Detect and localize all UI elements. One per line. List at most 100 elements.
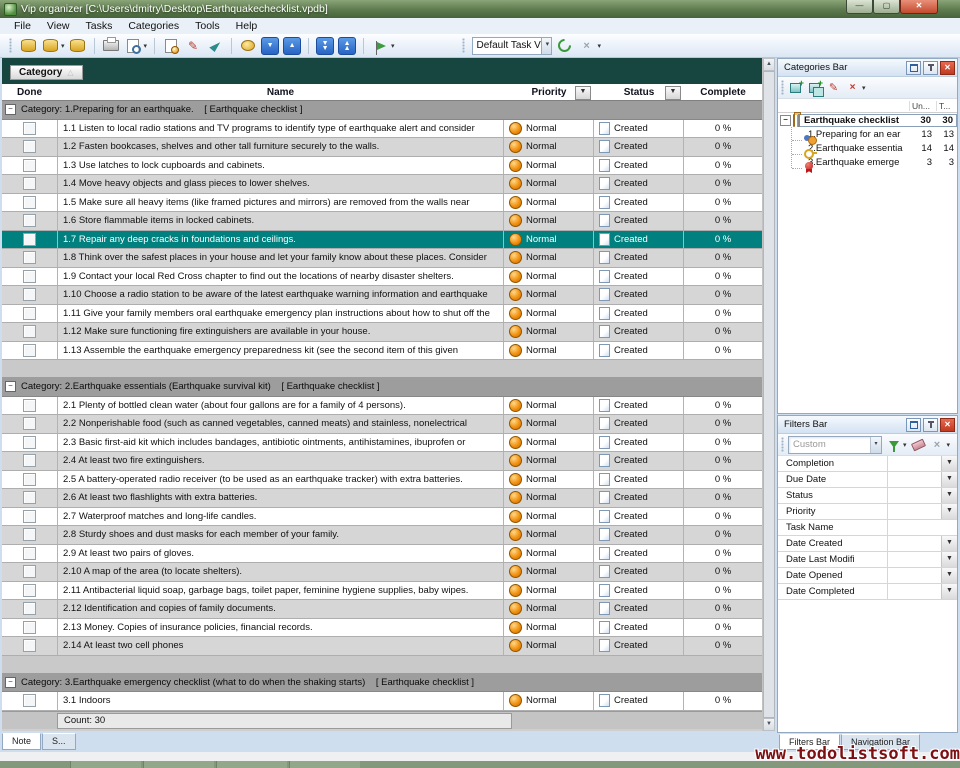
task-row[interactable]: 2.4 At least two fire extinguishers.Norm… <box>2 452 762 471</box>
task-row[interactable]: 1.4 Move heavy objects and glass pieces … <box>2 175 762 194</box>
clear-filter-icon[interactable] <box>911 438 926 452</box>
menu-item-view[interactable]: View <box>39 19 78 33</box>
filter-dropdown-button[interactable]: ▼ <box>941 456 957 471</box>
filters-close-button[interactable]: ✕ <box>940 418 955 432</box>
done-checkbox[interactable] <box>23 177 36 190</box>
filter-value-field[interactable] <box>888 472 941 487</box>
group-by-chip-category[interactable]: Category △ <box>10 65 83 80</box>
done-checkbox[interactable] <box>23 584 36 597</box>
tab-s-[interactable]: S... <box>42 733 76 750</box>
task-row[interactable]: 2.9 At least two pairs of gloves.NormalC… <box>2 545 762 564</box>
task-row[interactable]: 1.9 Contact your local Red Cross chapter… <box>2 268 762 287</box>
done-checkbox[interactable] <box>23 122 36 135</box>
filter-preset-caret[interactable]: ▾ <box>870 437 881 453</box>
filter-value-field[interactable] <box>888 488 941 503</box>
collapse-group-icon[interactable]: − <box>5 104 16 115</box>
done-checkbox[interactable] <box>23 510 36 523</box>
show-completed-icon[interactable] <box>239 37 257 55</box>
print-overflow-caret[interactable]: ▾ <box>144 42 148 50</box>
done-checkbox[interactable] <box>23 251 36 264</box>
task-row[interactable]: 1.8 Think over the safest places in your… <box>2 249 762 268</box>
toolbar-handle[interactable] <box>9 38 12 53</box>
done-checkbox[interactable] <box>23 621 36 634</box>
new-category-icon[interactable] <box>788 81 803 95</box>
done-checkbox[interactable] <box>23 547 36 560</box>
task-row[interactable]: 1.11 Give your family members oral earth… <box>2 305 762 324</box>
delete-view-icon[interactable]: × <box>578 37 596 55</box>
task-row[interactable]: 2.8 Sturdy shoes and dust masks for each… <box>2 526 762 545</box>
task-row[interactable]: 1.6 Store flammable items in locked cabi… <box>2 212 762 231</box>
filter-dropdown-button[interactable]: ▼ <box>941 552 957 567</box>
group-row[interactable]: −Category: 3.Earthquake emergency checkl… <box>2 674 762 693</box>
save-database-icon[interactable] <box>69 37 87 55</box>
move-to-bottom-button[interactable]: ▼▼ <box>316 37 334 55</box>
task-row[interactable]: 2.3 Basic first-aid kit which includes b… <box>2 434 762 453</box>
print-icon[interactable] <box>102 37 120 55</box>
task-row[interactable]: 3.1 IndoorsNormalCreated0 % <box>2 692 762 711</box>
menu-item-tasks[interactable]: Tasks <box>78 19 121 33</box>
apply-filter-caret[interactable]: ▾ <box>903 441 907 449</box>
done-checkbox[interactable] <box>23 528 36 541</box>
column-header-done[interactable]: Done <box>2 84 57 100</box>
task-row[interactable]: 2.10 A map of the area (to locate shelte… <box>2 563 762 582</box>
scroll-down-button[interactable]: ▼ <box>763 718 775 731</box>
open-database-icon[interactable] <box>41 37 59 55</box>
delete-category-icon[interactable]: × <box>845 81 860 95</box>
menu-item-tools[interactable]: Tools <box>187 19 228 33</box>
print-preview-icon[interactable] <box>124 37 142 55</box>
menu-item-categories[interactable]: Categories <box>120 19 187 33</box>
done-checkbox[interactable] <box>23 159 36 172</box>
task-row[interactable]: 2.12 Identification and copies of family… <box>2 600 762 619</box>
group-row[interactable]: −Category: 1.Preparing for an earthquake… <box>2 101 762 120</box>
tab-note[interactable]: Note <box>2 733 41 750</box>
flag-overflow-caret[interactable]: ▾ <box>391 42 395 50</box>
apply-filter-icon[interactable] <box>886 438 901 452</box>
filter-dropdown-button[interactable]: ▼ <box>941 536 957 551</box>
apply-view-icon[interactable] <box>556 37 574 55</box>
filter-dropdown-button[interactable]: ▼ <box>941 504 957 519</box>
task-row[interactable]: 1.12 Make sure functioning fire extingui… <box>2 323 762 342</box>
filters-restore-button[interactable] <box>906 418 921 432</box>
done-checkbox[interactable] <box>23 436 36 449</box>
category-tree-item[interactable]: 2.Earthquake essentia1414 <box>778 141 957 155</box>
menu-item-help[interactable]: Help <box>228 19 266 33</box>
done-checkbox[interactable] <box>23 344 36 357</box>
column-header-status[interactable]: Status ▼ <box>594 84 684 100</box>
categories-overflow-caret[interactable]: ▾ <box>862 84 866 92</box>
filter-value-field[interactable] <box>888 536 941 551</box>
filters-overflow-caret[interactable]: ▾ <box>947 441 951 449</box>
done-checkbox[interactable] <box>23 325 36 338</box>
complete-task-icon[interactable] <box>206 37 224 55</box>
done-checkbox[interactable] <box>23 196 36 209</box>
filter-dropdown-button[interactable]: ▼ <box>941 488 957 503</box>
done-checkbox[interactable] <box>23 140 36 153</box>
done-checkbox[interactable] <box>23 491 36 504</box>
task-row[interactable]: 1.3 Use latches to lock cupboards and ca… <box>2 157 762 176</box>
column-header-complete[interactable]: Complete <box>684 84 762 100</box>
done-checkbox[interactable] <box>23 565 36 578</box>
task-row[interactable]: 1.7 Repair any deep cracks in foundation… <box>2 231 762 250</box>
done-checkbox[interactable] <box>23 288 36 301</box>
task-view-combo-caret[interactable]: ▾ <box>541 38 552 54</box>
task-row[interactable]: 2.1 Plenty of bottled clean water (about… <box>2 397 762 416</box>
scroll-up-button[interactable]: ▲ <box>763 58 775 71</box>
task-row[interactable]: 2.5 A battery-operated radio receiver (t… <box>2 471 762 490</box>
done-checkbox[interactable] <box>23 214 36 227</box>
open-dropdown-caret[interactable]: ▾ <box>61 42 65 50</box>
category-tree-item[interactable]: −Earthquake checklist3030 <box>778 113 957 127</box>
edit-category-icon[interactable]: ✎ <box>826 81 841 95</box>
task-row[interactable]: 2.13 Money. Copies of insurance policies… <box>2 619 762 638</box>
filter-value-field[interactable] <box>888 552 941 567</box>
delete-filter-icon[interactable]: × <box>930 438 945 452</box>
move-to-top-button[interactable]: ▲▲ <box>338 37 356 55</box>
view-overflow-caret[interactable]: ▾ <box>598 42 602 50</box>
done-checkbox[interactable] <box>23 270 36 283</box>
task-row[interactable]: 1.2 Fasten bookcases, shelves and other … <box>2 138 762 157</box>
move-up-button[interactable]: ▲ <box>283 37 301 55</box>
edit-task-icon[interactable]: ✎ <box>184 37 202 55</box>
collapse-group-icon[interactable]: − <box>5 381 16 392</box>
collapse-tree-icon[interactable]: − <box>780 115 791 126</box>
categories-close-button[interactable]: ✕ <box>940 61 955 75</box>
column-header-total[interactable]: T... <box>936 101 957 111</box>
task-row[interactable]: 2.6 At least two flashlights with extra … <box>2 489 762 508</box>
